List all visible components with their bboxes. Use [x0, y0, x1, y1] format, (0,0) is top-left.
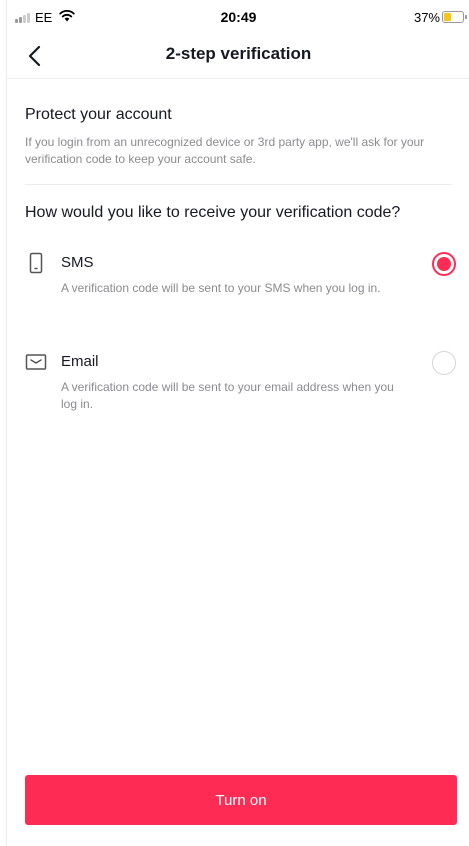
page-title: 2-step verification — [165, 44, 312, 63]
protect-title: Protect your account — [25, 106, 172, 123]
option-label: Email — [61, 353, 99, 370]
status-bar: EE 20:49 37% — [7, 0, 469, 34]
nav-bar: 2-step verification — [7, 34, 469, 79]
radio-email[interactable] — [432, 351, 456, 375]
option-sms[interactable]: SMS A verification code will be sent to … — [7, 252, 469, 332]
battery-percentage: 37% — [413, 10, 440, 25]
option-description: A verification code will be sent to your… — [61, 281, 381, 295]
option-description: A verification code will be sent to your… — [61, 380, 394, 411]
battery-icon — [442, 11, 467, 23]
radio-sms[interactable] — [432, 252, 456, 276]
phone-icon — [29, 252, 43, 274]
option-email[interactable]: Email A verification code will be sent t… — [7, 351, 469, 431]
protect-description: If you login from an unrecognized device… — [25, 135, 425, 166]
battery-level — [444, 13, 451, 21]
method-question: How would you like to receive your verif… — [25, 204, 401, 221]
turn-on-button[interactable]: Turn on — [25, 775, 457, 825]
option-label: SMS — [61, 254, 94, 271]
envelope-icon — [25, 354, 47, 370]
clock: 20:49 — [220, 9, 257, 25]
screen: EE 20:49 37% 2-step verification Protect… — [6, 0, 469, 846]
divider — [25, 184, 452, 185]
